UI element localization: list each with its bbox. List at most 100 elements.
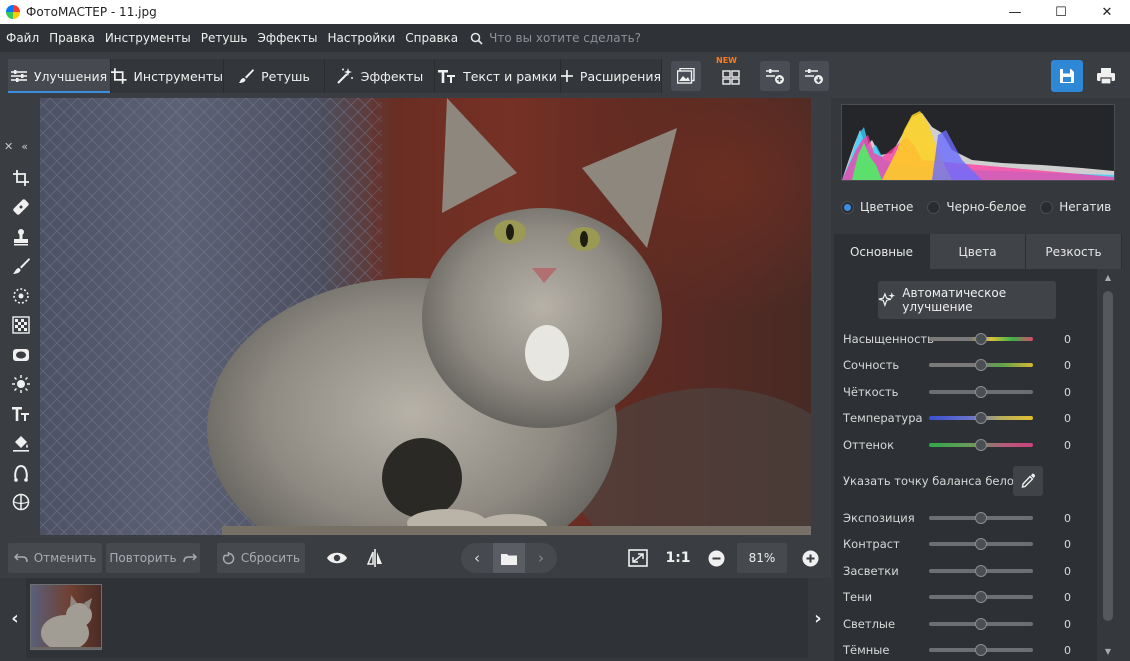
text-tool-icon[interactable] (6, 399, 36, 429)
tab-text-frames[interactable]: Текст и рамки (435, 59, 561, 93)
mode-bw-radio[interactable] (927, 200, 941, 214)
lasso-icon[interactable] (6, 458, 36, 488)
redo-button[interactable]: Повторить (106, 543, 200, 573)
photo-navigation: ‹ › (461, 543, 557, 573)
gradient-filter-icon[interactable] (6, 311, 36, 341)
blacks-knob[interactable] (975, 644, 987, 656)
menu-settings[interactable]: Настройки (327, 31, 395, 45)
batch-add-button[interactable] (760, 61, 790, 91)
blacks-track[interactable] (929, 644, 1033, 656)
panel-scrollbar[interactable]: ▲ ▼ (1101, 273, 1115, 657)
eyedropper-button[interactable] (1013, 466, 1043, 496)
contrast-track[interactable] (929, 538, 1033, 550)
menu-edit[interactable]: Правка (49, 31, 95, 45)
fit-screen-button[interactable] (623, 543, 653, 573)
highlights-knob[interactable] (975, 565, 987, 577)
grid-icon (722, 70, 740, 85)
slider-shadows-label: Тени (843, 590, 873, 604)
scroll-up-arrow[interactable]: ▲ (1103, 273, 1113, 283)
title-bar: ФотоМАСТЕР - 11.jpg — ☐ ✕ (0, 0, 1130, 24)
auto-enhance-button[interactable]: Автоматическое улучшение (878, 281, 1056, 319)
reset-button[interactable]: Сбросить (217, 543, 305, 573)
menu-tools[interactable]: Инструменты (105, 31, 191, 45)
open-folder-button[interactable] (493, 543, 525, 573)
saturation-track[interactable] (929, 333, 1033, 345)
batch-export-button[interactable] (799, 61, 829, 91)
menu-effects[interactable]: Эффекты (257, 31, 317, 45)
menu-help[interactable]: Справка (405, 31, 458, 45)
mode-color-radio[interactable] (841, 200, 854, 214)
tab-basic[interactable]: Основные (834, 234, 930, 269)
minimize-button[interactable]: — (992, 0, 1038, 24)
tab-sharpness[interactable]: Резкость (1026, 234, 1122, 269)
shadows-knob[interactable] (975, 591, 987, 603)
filmstrip-next-button[interactable]: › (805, 578, 831, 658)
search-input[interactable]: Что вы хотите сделать? (489, 31, 641, 45)
print-button[interactable] (1090, 60, 1122, 92)
menu-retouch[interactable]: Ретушь (201, 31, 248, 45)
actual-size-button[interactable]: 1:1 (663, 543, 693, 573)
contrast-knob[interactable] (975, 538, 987, 550)
slider-exposure: Экспозиция 0 (843, 509, 1083, 527)
crop-tool-icon[interactable] (6, 163, 36, 193)
globe-filter-icon[interactable] (6, 488, 36, 518)
vignette-icon[interactable] (6, 340, 36, 370)
close-panel-icon[interactable]: ✕ (4, 140, 13, 153)
close-button[interactable]: ✕ (1084, 0, 1130, 24)
image-canvas[interactable] (8, 98, 811, 535)
slider-contrast-value: 0 (1064, 537, 1071, 551)
tint-track[interactable] (929, 439, 1033, 451)
photo-thumbnail[interactable] (30, 584, 102, 650)
clarity-knob[interactable] (975, 386, 987, 398)
mode-negative-radio[interactable] (1040, 200, 1054, 214)
whites-track[interactable] (929, 618, 1033, 630)
menu-search[interactable]: Что вы хотите сделать? (470, 31, 641, 45)
tab-instruments[interactable]: Инструменты (111, 59, 224, 93)
scroll-thumb[interactable] (1103, 291, 1113, 621)
tab-retouch[interactable]: Ретушь (224, 59, 325, 93)
zoom-in-button[interactable] (795, 543, 825, 573)
save-button[interactable] (1051, 60, 1083, 92)
collage-button[interactable]: NEW (716, 56, 746, 91)
tab-extensions[interactable]: Расширения (561, 59, 662, 93)
menu-file[interactable]: Файл (6, 31, 39, 45)
maximize-button[interactable]: ☐ (1038, 0, 1084, 24)
radial-filter-icon[interactable] (6, 281, 36, 311)
scroll-down-arrow[interactable]: ▼ (1103, 647, 1113, 657)
filmstrip-prev-button[interactable]: ‹ (2, 578, 28, 658)
fill-bucket-icon[interactable] (6, 429, 36, 459)
clarity-track[interactable] (929, 386, 1033, 398)
image-icon (677, 68, 695, 84)
light-icon[interactable] (6, 370, 36, 400)
vibrance-track[interactable] (929, 359, 1033, 371)
exposure-knob[interactable] (975, 512, 987, 524)
tab-effects[interactable]: Эффекты (325, 59, 435, 93)
next-photo-button[interactable]: › (525, 543, 557, 573)
saturation-knob[interactable] (975, 333, 987, 345)
floppy-disk-icon (1060, 69, 1074, 83)
zoom-level[interactable]: 81% (737, 543, 787, 573)
temperature-track[interactable] (929, 412, 1033, 424)
plus-icon (561, 70, 573, 82)
exposure-track[interactable] (929, 512, 1033, 524)
shadows-track[interactable] (929, 591, 1033, 603)
whites-knob[interactable] (975, 618, 987, 630)
preview-toggle-button[interactable] (322, 543, 352, 573)
tab-enhancements[interactable]: Улучшения (8, 59, 111, 93)
prev-photo-button[interactable]: ‹ (461, 543, 493, 573)
healing-patch-icon[interactable] (6, 193, 36, 223)
temperature-knob[interactable] (975, 412, 987, 424)
tint-knob[interactable] (975, 439, 987, 451)
vibrance-knob[interactable] (975, 359, 987, 371)
color-mode-group: Цветное Черно-белое Негатив (841, 200, 1125, 214)
undo-button[interactable]: Отменить (8, 543, 102, 573)
filmstrip: ‹ › (0, 578, 831, 661)
highlights-track[interactable] (929, 565, 1033, 577)
brush-tool-icon[interactable] (6, 252, 36, 282)
compare-button[interactable] (360, 543, 390, 573)
collapse-panel-icon[interactable]: « (21, 140, 28, 153)
zoom-out-button[interactable] (701, 543, 731, 573)
stamp-icon[interactable] (6, 222, 36, 252)
gallery-button[interactable] (671, 61, 701, 91)
tab-colors[interactable]: Цвета (930, 234, 1026, 269)
